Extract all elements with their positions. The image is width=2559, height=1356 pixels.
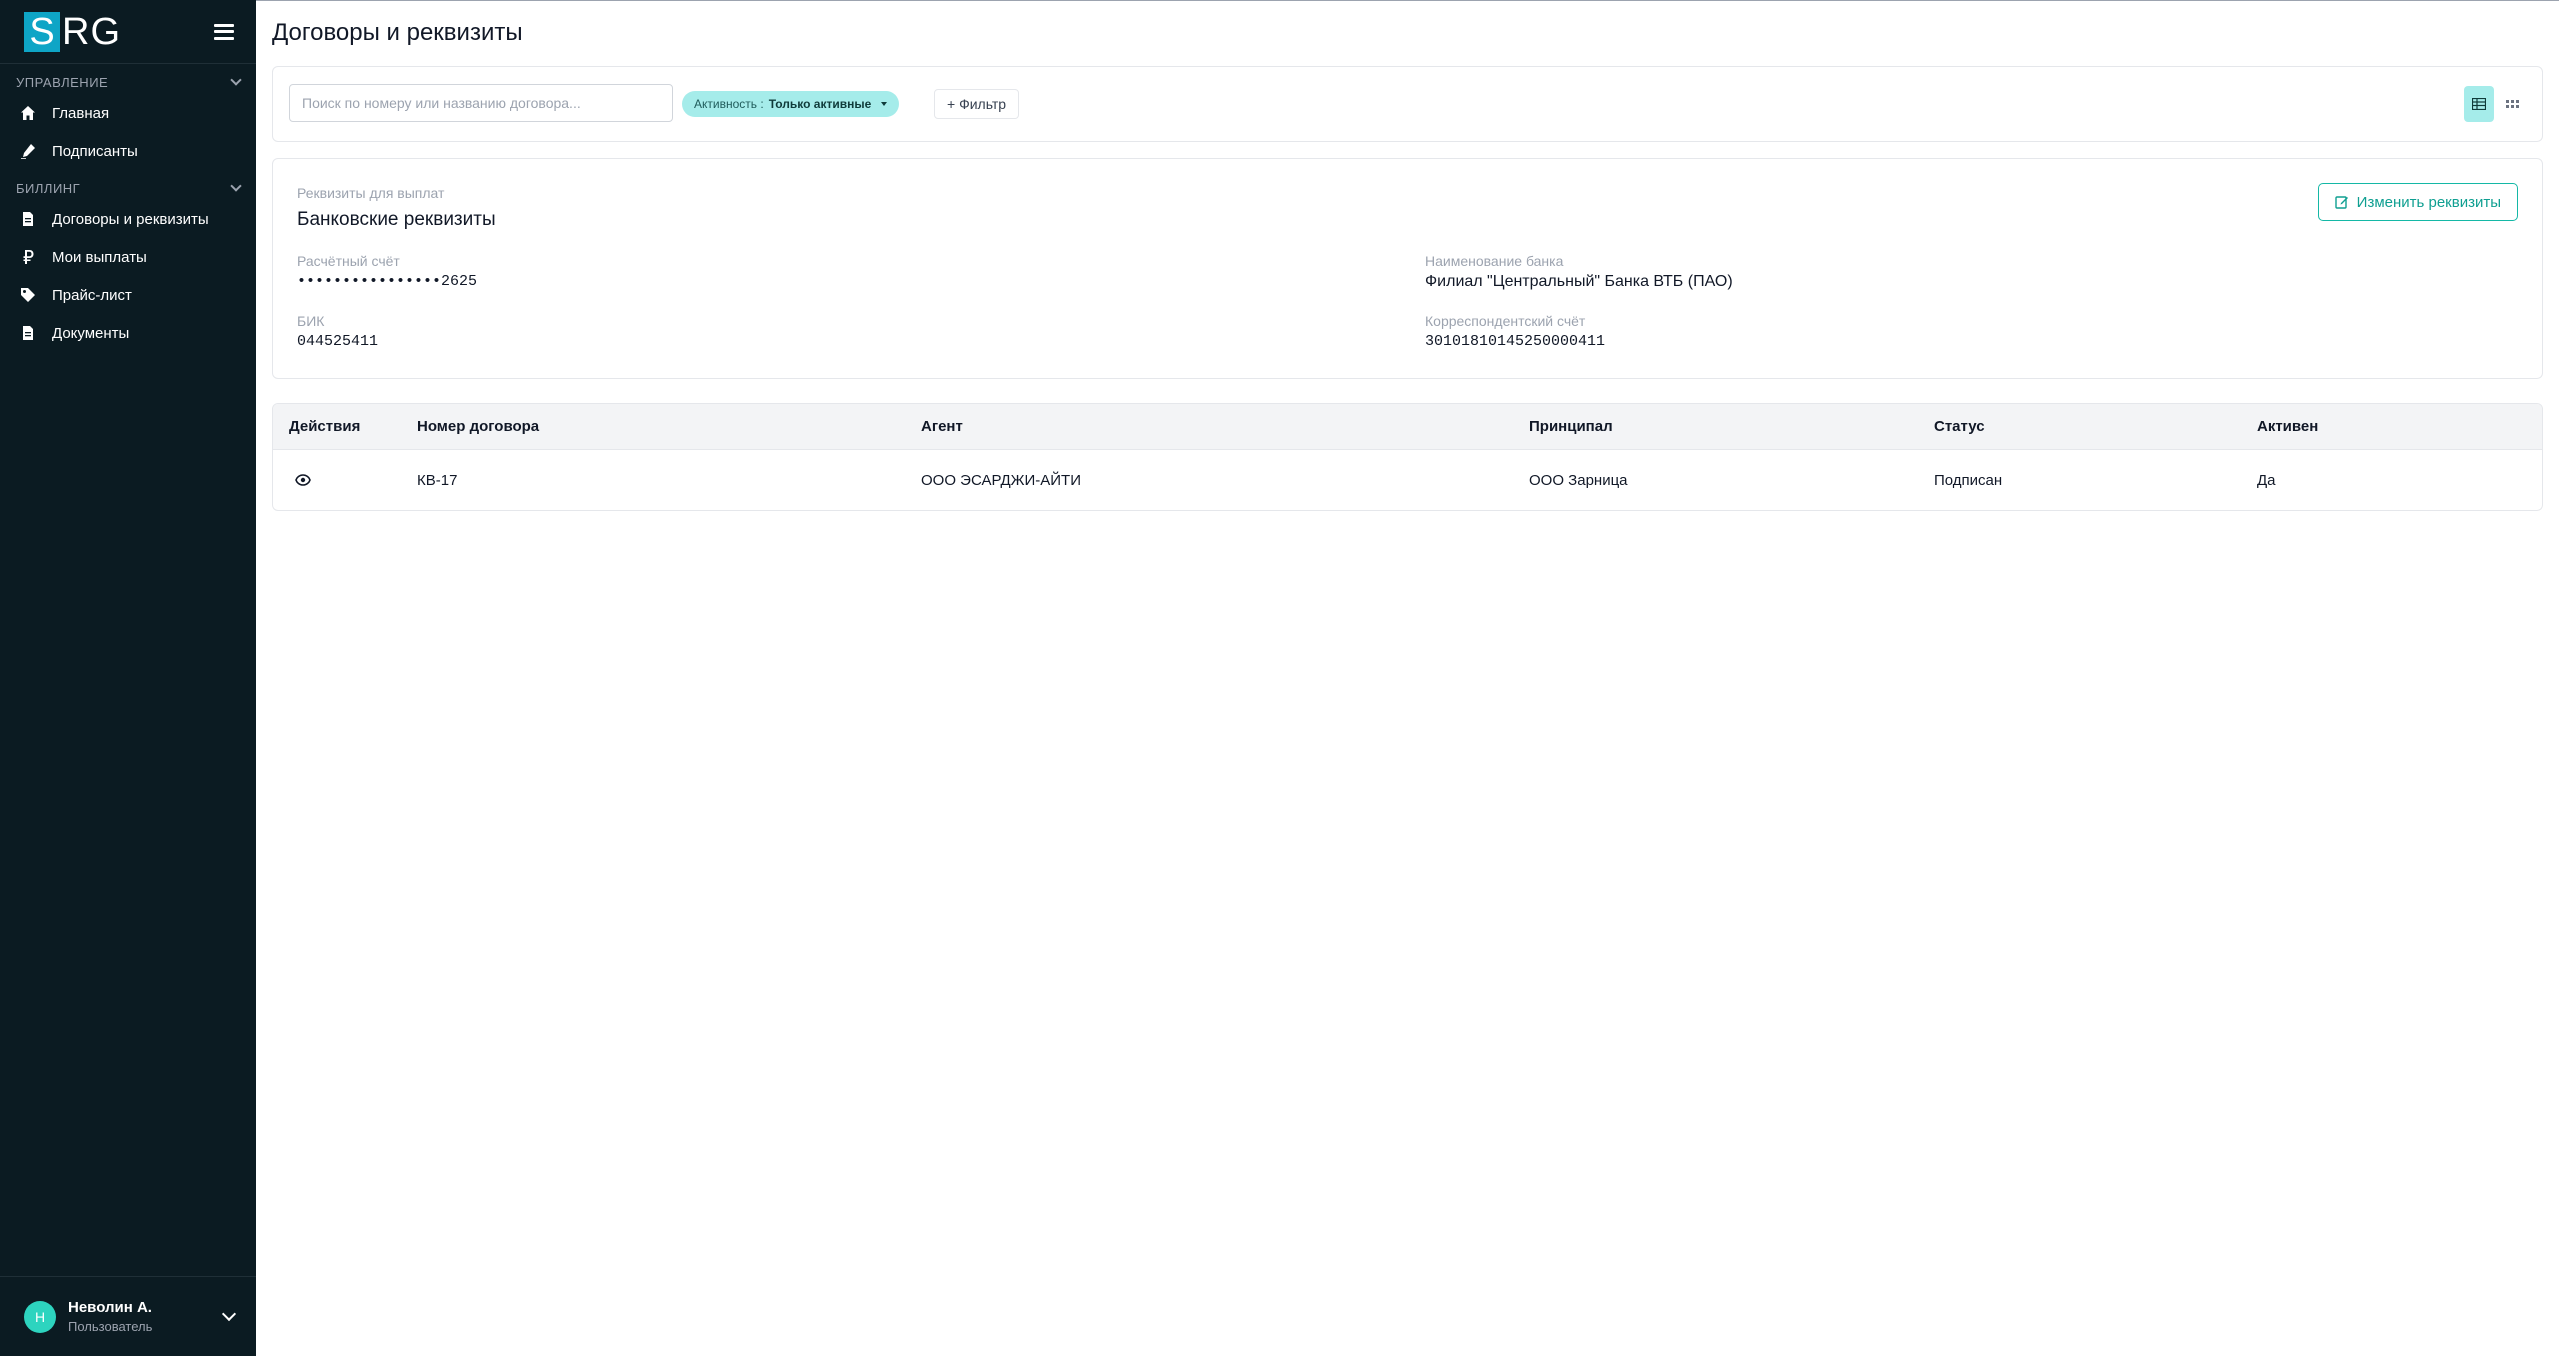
sidebar-item-payouts[interactable]: Мои выплаты (0, 238, 256, 276)
chevron-down-icon[interactable] (221, 1306, 237, 1321)
chip-value: Только активные (768, 97, 872, 111)
card-subtitle: Реквизиты для выплат (297, 185, 445, 201)
caret-down-icon (881, 102, 888, 106)
sidebar-item-label: Прайс-лист (52, 286, 132, 304)
home-icon (21, 106, 35, 120)
bik-label: БИК (297, 313, 325, 329)
column-header-status[interactable]: Статус (1934, 404, 1985, 450)
sidebar-item-label: Подписанты (52, 142, 138, 160)
logo[interactable]: S RG (24, 10, 121, 53)
sidebar-item-label: Мои выплаты (52, 248, 147, 266)
section-title: БИЛЛИНГ (16, 180, 81, 196)
account-value: ••••••••••••••••2625 (297, 273, 478, 290)
table-header: Действия Номер договора Агент Принципал … (273, 404, 2542, 450)
corr-account-label: Корреспондентский счёт (1425, 313, 1586, 329)
table-view-button[interactable] (2464, 86, 2494, 122)
eye-icon[interactable] (295, 473, 311, 487)
sidebar-item-label: Главная (52, 104, 110, 122)
bik-value: 044525411 (297, 333, 379, 350)
tag-icon (21, 288, 35, 302)
corr-account-value: 30101810145250000411 (1425, 333, 1606, 350)
logo-text: RG (62, 10, 121, 53)
cell-status: Подписан (1934, 472, 2003, 489)
user-info: Неволин А. Пользователь (68, 1299, 224, 1334)
column-header-number[interactable]: Номер договора (417, 404, 539, 450)
add-filter-button[interactable]: + Фильтр (934, 89, 1020, 119)
sidebar: S RG УПРАВЛЕНИЕ Главная Подписанты БИЛЛИ… (0, 0, 256, 1356)
sidebar-item-label: Договоры и реквизиты (52, 210, 209, 228)
edit-requisites-label: Изменить реквизиты (2356, 193, 2501, 211)
cell-active: Да (2257, 472, 2276, 489)
chevron-down-icon (230, 74, 242, 86)
chevron-down-icon (230, 180, 242, 192)
column-header-actions[interactable]: Действия (289, 404, 360, 450)
sidebar-item-documents[interactable]: Документы (0, 314, 256, 352)
bank-requisites-card: Реквизиты для выплат Банковские реквизит… (272, 158, 2543, 379)
filter-toolbar: Активность : Только активные + Фильтр (272, 66, 2543, 142)
sidebar-item-home[interactable]: Главная (0, 94, 256, 132)
contracts-table: Действия Номер договора Агент Принципал … (272, 403, 2543, 511)
sidebar-item-contracts[interactable]: Договоры и реквизиты (0, 200, 256, 238)
signature-icon (21, 144, 35, 159)
logo-mark: S (24, 10, 60, 53)
avatar: Н (24, 1300, 56, 1333)
sidebar-item-pricelist[interactable]: Прайс-лист (0, 276, 256, 314)
card-title: Банковские реквизиты (297, 209, 496, 230)
cell-number: КВ-17 (417, 472, 458, 489)
user-name: Неволин А. (68, 1299, 152, 1316)
menu-toggle-icon[interactable] (214, 23, 234, 40)
section-header-billing[interactable]: БИЛЛИНГ (0, 176, 256, 200)
grid-view-icon (2506, 100, 2519, 108)
grid-view-button[interactable] (2498, 86, 2528, 122)
edit-requisites-button[interactable]: Изменить реквизиты (2317, 183, 2518, 221)
sidebar-item-signers[interactable]: Подписанты (0, 132, 256, 170)
section-header-management[interactable]: УПРАВЛЕНИЕ (0, 70, 256, 94)
sidebar-item-label: Документы (52, 324, 130, 342)
column-header-active[interactable]: Активен (2257, 404, 2318, 450)
document-icon (23, 212, 33, 226)
sidebar-header: S RG (0, 0, 256, 64)
table-row[interactable]: КВ-17 ООО ЭСАРДЖИ-АЙТИ ООО Зарница Подпи… (273, 450, 2542, 510)
main-content: Договоры и реквизиты Активность : Только… (256, 0, 2559, 1356)
bank-name-label: Наименование банка (1425, 253, 1564, 269)
user-role: Пользователь (68, 1319, 153, 1334)
account-label: Расчётный счёт (297, 253, 400, 269)
section-title: УПРАВЛЕНИЕ (16, 74, 109, 90)
cell-principal: ООО Зарница (1529, 472, 1628, 489)
bank-name-value: Филиал "Центральный" Банка ВТБ (ПАО) (1425, 273, 1733, 290)
ruble-icon (23, 250, 34, 264)
cell-agent: ООО ЭСАРДЖИ-АЙТИ (921, 472, 1081, 489)
search-input[interactable] (289, 84, 673, 122)
user-profile[interactable]: Н Неволин А. Пользователь (0, 1276, 256, 1356)
table-view-icon (2472, 98, 2486, 110)
column-header-agent[interactable]: Агент (921, 404, 963, 450)
edit-icon (2334, 196, 2348, 209)
chip-key: Активность : (694, 97, 764, 111)
document-icon (23, 326, 33, 340)
page-title: Договоры и реквизиты (272, 19, 523, 46)
activity-filter-chip[interactable]: Активность : Только активные (682, 91, 900, 117)
logo-letter: S (29, 10, 55, 53)
column-header-principal[interactable]: Принципал (1529, 404, 1613, 450)
